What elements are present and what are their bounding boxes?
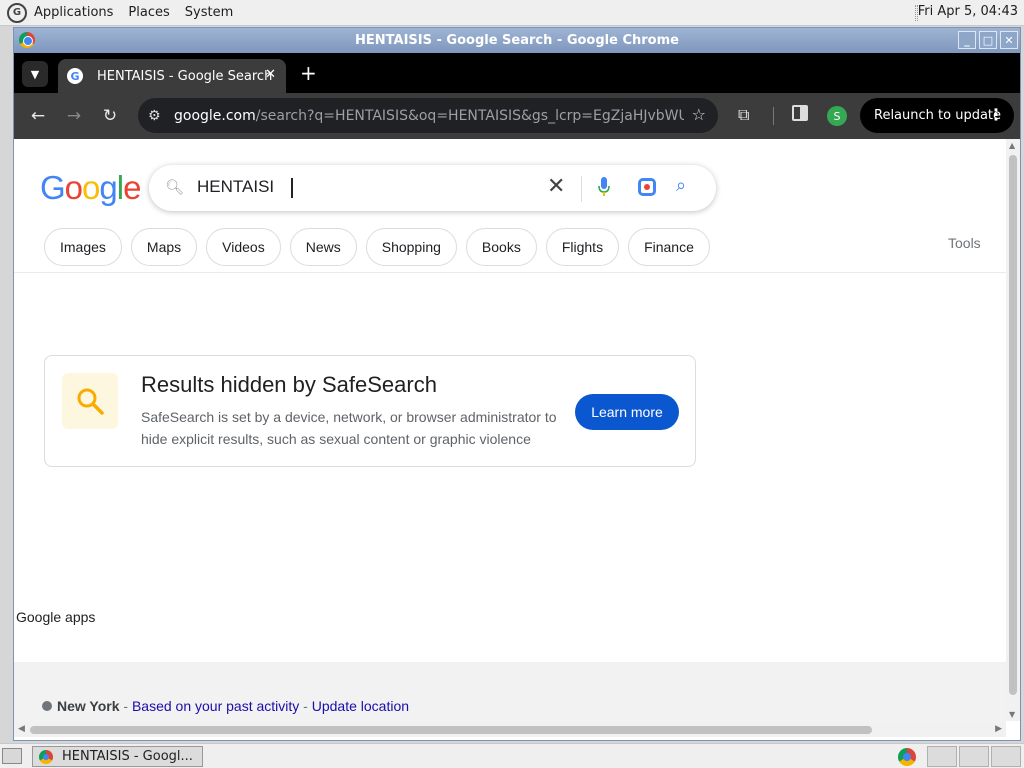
profile-avatar[interactable]: S [827, 106, 847, 126]
reload-icon[interactable]: ↻ [98, 104, 122, 128]
logo-letter: o [82, 169, 100, 206]
search-box[interactable]: 🔍︎ HENTAISI ✕ ⌕ [149, 165, 716, 211]
extensions-puzzle-icon[interactable]: ⧉ [738, 105, 749, 125]
toolbar-divider [773, 107, 774, 125]
header-divider [14, 272, 1006, 273]
show-desktop-icon[interactable] [2, 748, 22, 764]
learn-more-button[interactable]: Learn more [575, 394, 679, 430]
safesearch-description: SafeSearch is set by a device, network, … [141, 409, 557, 447]
search-submit-icon[interactable]: ⌕ [676, 175, 686, 196]
google-lens-icon[interactable] [638, 178, 656, 196]
back-arrow-icon[interactable]: ← [26, 104, 50, 128]
logo-letter: o [64, 169, 83, 206]
logo-letter: g [99, 169, 117, 206]
chip-flights[interactable]: Flights [545, 228, 620, 266]
location-city: New York [57, 698, 120, 714]
logo-letter: G [40, 169, 66, 206]
browser-toolbar: ← → ↻ ⚙ google.com/search?q=HENTAISIS&oq… [14, 93, 1020, 139]
past-activity-link[interactable]: Based on your past activity [132, 698, 299, 714]
tab-search-chevron-icon[interactable]: ▼ [22, 61, 48, 87]
menu-applications[interactable]: Applications [34, 5, 113, 20]
safesearch-magnifier-icon [62, 373, 118, 429]
window-title: HENTAISIS - Google Search - Google Chrom… [355, 33, 679, 48]
vertical-scroll-thumb[interactable] [1009, 155, 1017, 695]
footer-separator: - [119, 698, 132, 714]
top-panel: G Applications Places System Fri Apr 5, … [0, 0, 1024, 26]
chrome-logo-icon [19, 32, 35, 48]
tab-google-search[interactable]: G HENTAISIS - Google Search ✕ [58, 59, 286, 93]
close-window-button[interactable]: ✕ [1000, 31, 1018, 49]
forward-arrow-icon[interactable]: → [62, 104, 86, 128]
chrome-logo-icon [39, 749, 53, 764]
workspace-2[interactable] [959, 746, 989, 767]
google-favicon-icon: G [67, 68, 83, 84]
menu-system[interactable]: System [185, 5, 233, 20]
chip-videos[interactable]: Videos [206, 228, 281, 266]
chip-finance[interactable]: Finance [628, 228, 710, 266]
search-filter-chips: Images Maps Videos News Shopping Books F… [44, 228, 710, 266]
chip-news[interactable]: News [289, 228, 357, 266]
side-panel-icon[interactable] [792, 105, 808, 121]
footer-separator: - [299, 698, 312, 714]
tab-close-icon[interactable]: ✕ [265, 67, 276, 82]
location-dot-icon [42, 701, 52, 711]
scroll-up-arrow-icon[interactable]: ▲ [1009, 141, 1015, 150]
tab-strip: ▼ G HENTAISIS - Google Search ✕ + [14, 53, 1020, 93]
relaunch-to-update-button[interactable]: Relaunch to update ⋮ [860, 98, 1014, 133]
url-text[interactable]: google.com/search?q=HENTAISIS&oq=HENTAIS… [174, 108, 684, 124]
menu-places[interactable]: Places [128, 5, 169, 20]
address-bar[interactable]: ⚙ google.com/search?q=HENTAISIS&oq=HENTA… [138, 98, 718, 133]
location-line: New York - Based on your past activity -… [42, 698, 409, 714]
update-location-link[interactable]: Update location [312, 698, 409, 714]
safesearch-card: Results hidden by SafeSearch SafeSearch … [44, 355, 696, 467]
page-footer: New York - Based on your past activity -… [14, 662, 1006, 723]
site-settings-tune-icon[interactable]: ⚙ [148, 108, 164, 124]
tab-title: HENTAISIS - Google Search [97, 68, 273, 84]
panel-clock[interactable]: Fri Apr 5, 04:43 [918, 4, 1018, 19]
google-logo[interactable]: Google [40, 169, 141, 207]
minimize-button[interactable]: _ [958, 31, 976, 49]
chip-images[interactable]: Images [44, 228, 122, 266]
url-host: google.com [174, 107, 256, 124]
search-input[interactable]: HENTAISI [197, 177, 274, 197]
chip-books[interactable]: Books [465, 228, 537, 266]
window-titlebar[interactable]: HENTAISIS - Google Search - Google Chrom… [14, 28, 1020, 53]
scroll-down-arrow-icon[interactable]: ▼ [1009, 710, 1015, 719]
relaunch-label: Relaunch to update [874, 108, 1002, 123]
voice-search-mic-icon[interactable] [598, 177, 610, 197]
new-tab-plus-icon[interactable]: + [300, 61, 317, 85]
chrome-window: HENTAISIS - Google Search - Google Chrom… [13, 27, 1021, 741]
workspace-1[interactable] [927, 746, 957, 767]
logo-letter: e [123, 169, 141, 206]
horizontal-scrollbar[interactable]: ◀ ▶ [14, 723, 1006, 737]
clear-search-icon[interactable]: ✕ [547, 174, 565, 199]
search-magnifier-icon: 🔍︎ [165, 178, 185, 196]
google-apps-label[interactable]: Google apps [16, 609, 95, 625]
safesearch-title: Results hidden by SafeSearch [141, 372, 437, 397]
taskbar-chrome-window-button[interactable]: HENTAISIS - Googl... [32, 746, 203, 767]
scroll-left-arrow-icon[interactable]: ◀ [18, 724, 25, 734]
horizontal-scroll-thumb[interactable] [30, 726, 872, 734]
scroll-right-arrow-icon[interactable]: ▶ [995, 724, 1002, 734]
kebab-menu-icon[interactable]: ⋮ [988, 105, 1004, 124]
chip-maps[interactable]: Maps [130, 228, 198, 266]
chip-shopping[interactable]: Shopping [365, 228, 457, 266]
vertical-scrollbar[interactable]: ▲ ▼ [1006, 139, 1020, 721]
taskbar-window-label: HENTAISIS - Googl... [62, 749, 193, 764]
url-path: /search?q=HENTAISIS&oq=HENTAISIS&gs_lcrp… [255, 107, 684, 124]
text-cursor [291, 178, 299, 198]
maximize-button[interactable]: □ [979, 31, 997, 49]
gnome-foot-icon[interactable]: G [7, 2, 27, 23]
tools-button[interactable]: Tools [948, 235, 981, 251]
tray-chrome-icon[interactable] [898, 748, 916, 766]
page-viewport: Google 🔍︎ HENTAISI ✕ ⌕ Images Maps Video… [14, 139, 1006, 723]
bottom-taskbar: HENTAISIS - Googl... [0, 743, 1024, 768]
search-divider [581, 176, 582, 202]
workspace-3[interactable] [991, 746, 1021, 767]
bookmark-star-icon[interactable]: ☆ [692, 105, 706, 124]
